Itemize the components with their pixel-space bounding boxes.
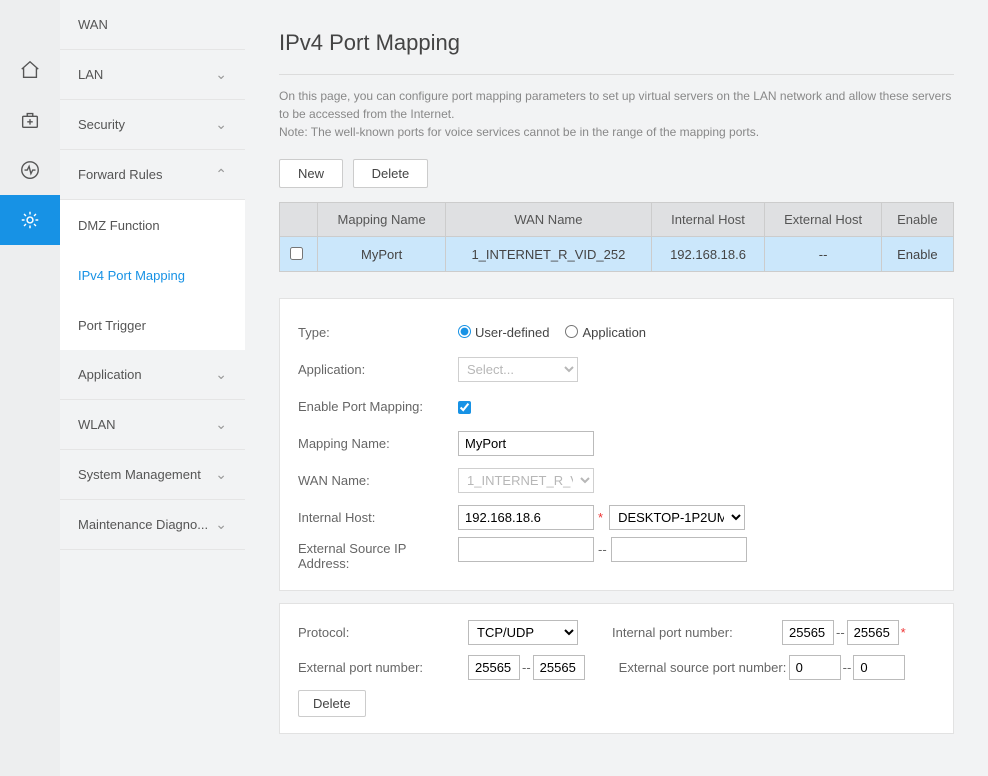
mapping-table: Mapping Name WAN Name Internal Host Exte… — [279, 202, 954, 272]
col-mapping-name: Mapping Name — [318, 203, 446, 237]
sidebar-item-system-mgmt[interactable]: System Management⌄ — [60, 450, 245, 500]
page-description: On this page, you can configure port map… — [279, 87, 954, 141]
sidebar-item-application[interactable]: Application⌄ — [60, 350, 245, 400]
chevron-down-icon: ⌄ — [215, 516, 227, 533]
medkit-icon[interactable] — [0, 95, 60, 145]
protocol-select[interactable]: TCP/UDP — [468, 620, 578, 645]
label-enable-pm: Enable Port Mapping: — [298, 399, 458, 414]
divider — [279, 74, 954, 75]
sidebar-item-ipv4-port-mapping[interactable]: IPv4 Port Mapping — [60, 250, 245, 300]
col-internal-host: Internal Host — [651, 203, 765, 237]
chevron-down-icon: ⌄ — [215, 466, 227, 483]
label-external-port: External port number: — [298, 660, 468, 675]
label-type: Type: — [298, 325, 458, 340]
ext-src-port-a[interactable] — [789, 655, 841, 680]
required-indicator: * — [598, 510, 603, 525]
chevron-down-icon: ⌄ — [215, 116, 227, 133]
ext-src-ip-a[interactable] — [458, 537, 594, 562]
radio-application[interactable]: Application — [565, 324, 646, 340]
gear-icon[interactable] — [0, 195, 60, 245]
table-row[interactable]: MyPort 1_INTERNET_R_VID_252 192.168.18.6… — [280, 237, 954, 272]
ext-src-ip-b[interactable] — [611, 537, 747, 562]
chevron-down-icon: ⌄ — [215, 416, 227, 433]
sidebar-item-dmz[interactable]: DMZ Function — [60, 200, 245, 250]
iconbar — [0, 0, 60, 776]
external-port-b[interactable] — [533, 655, 585, 680]
enable-port-mapping-checkbox[interactable] — [458, 401, 471, 414]
label-protocol: Protocol: — [298, 625, 468, 640]
wan-name-select: 1_INTERNET_R_VI — [458, 468, 594, 493]
sidebar-item-port-trigger[interactable]: Port Trigger — [60, 300, 245, 350]
external-port-a[interactable] — [468, 655, 520, 680]
required-indicator: * — [901, 625, 906, 640]
internal-host-input[interactable] — [458, 505, 594, 530]
radio-user-defined[interactable]: User-defined — [458, 324, 549, 340]
config-panel: Type: User-defined Application Applicati… — [279, 298, 954, 591]
col-wan-name: WAN Name — [446, 203, 651, 237]
col-external-host: External Host — [765, 203, 881, 237]
internal-port-a[interactable] — [782, 620, 834, 645]
delete-port-button[interactable]: Delete — [298, 690, 366, 717]
sidebar-item-forward-rules[interactable]: Forward Rules⌃ — [60, 150, 245, 200]
chevron-down-icon: ⌄ — [215, 366, 227, 383]
chevron-up-icon: ⌃ — [215, 166, 227, 183]
ports-panel: Protocol: TCP/UDP Internal port number: … — [279, 603, 954, 734]
sidebar-item-wlan[interactable]: WLAN⌄ — [60, 400, 245, 450]
home-icon[interactable] — [0, 45, 60, 95]
page-title: IPv4 Port Mapping — [279, 30, 954, 56]
content-area: IPv4 Port Mapping On this page, you can … — [245, 0, 988, 776]
label-application: Application: — [298, 362, 458, 377]
label-mapping-name: Mapping Name: — [298, 436, 458, 451]
sidebar-item-lan[interactable]: LAN⌄ — [60, 50, 245, 100]
delete-button[interactable]: Delete — [353, 159, 429, 188]
chevron-down-icon: ⌄ — [215, 66, 227, 83]
internal-host-select[interactable]: DESKTOP-1P2UM — [609, 505, 745, 530]
label-internal-host: Internal Host: — [298, 510, 458, 525]
ext-src-port-b[interactable] — [853, 655, 905, 680]
table-actions: New Delete — [279, 159, 954, 188]
sidebar: WAN LAN⌄ Security⌄ Forward Rules⌃ DMZ Fu… — [60, 0, 245, 776]
sidebar-item-maintenance[interactable]: Maintenance Diagno...⌄ — [60, 500, 245, 550]
label-ext-src-port: External source port number: — [619, 660, 789, 675]
new-button[interactable]: New — [279, 159, 343, 188]
activity-icon[interactable] — [0, 145, 60, 195]
label-ext-src-ip: External Source IP Address: — [298, 537, 458, 571]
row-checkbox[interactable] — [290, 247, 303, 260]
label-internal-port: Internal port number: — [612, 625, 782, 640]
application-select: Select... — [458, 357, 578, 382]
sidebar-item-wan[interactable]: WAN — [60, 0, 245, 50]
internal-port-b[interactable] — [847, 620, 899, 645]
label-wan-name: WAN Name: — [298, 473, 458, 488]
mapping-name-input[interactable] — [458, 431, 594, 456]
col-enable: Enable — [881, 203, 953, 237]
sidebar-item-security[interactable]: Security⌄ — [60, 100, 245, 150]
